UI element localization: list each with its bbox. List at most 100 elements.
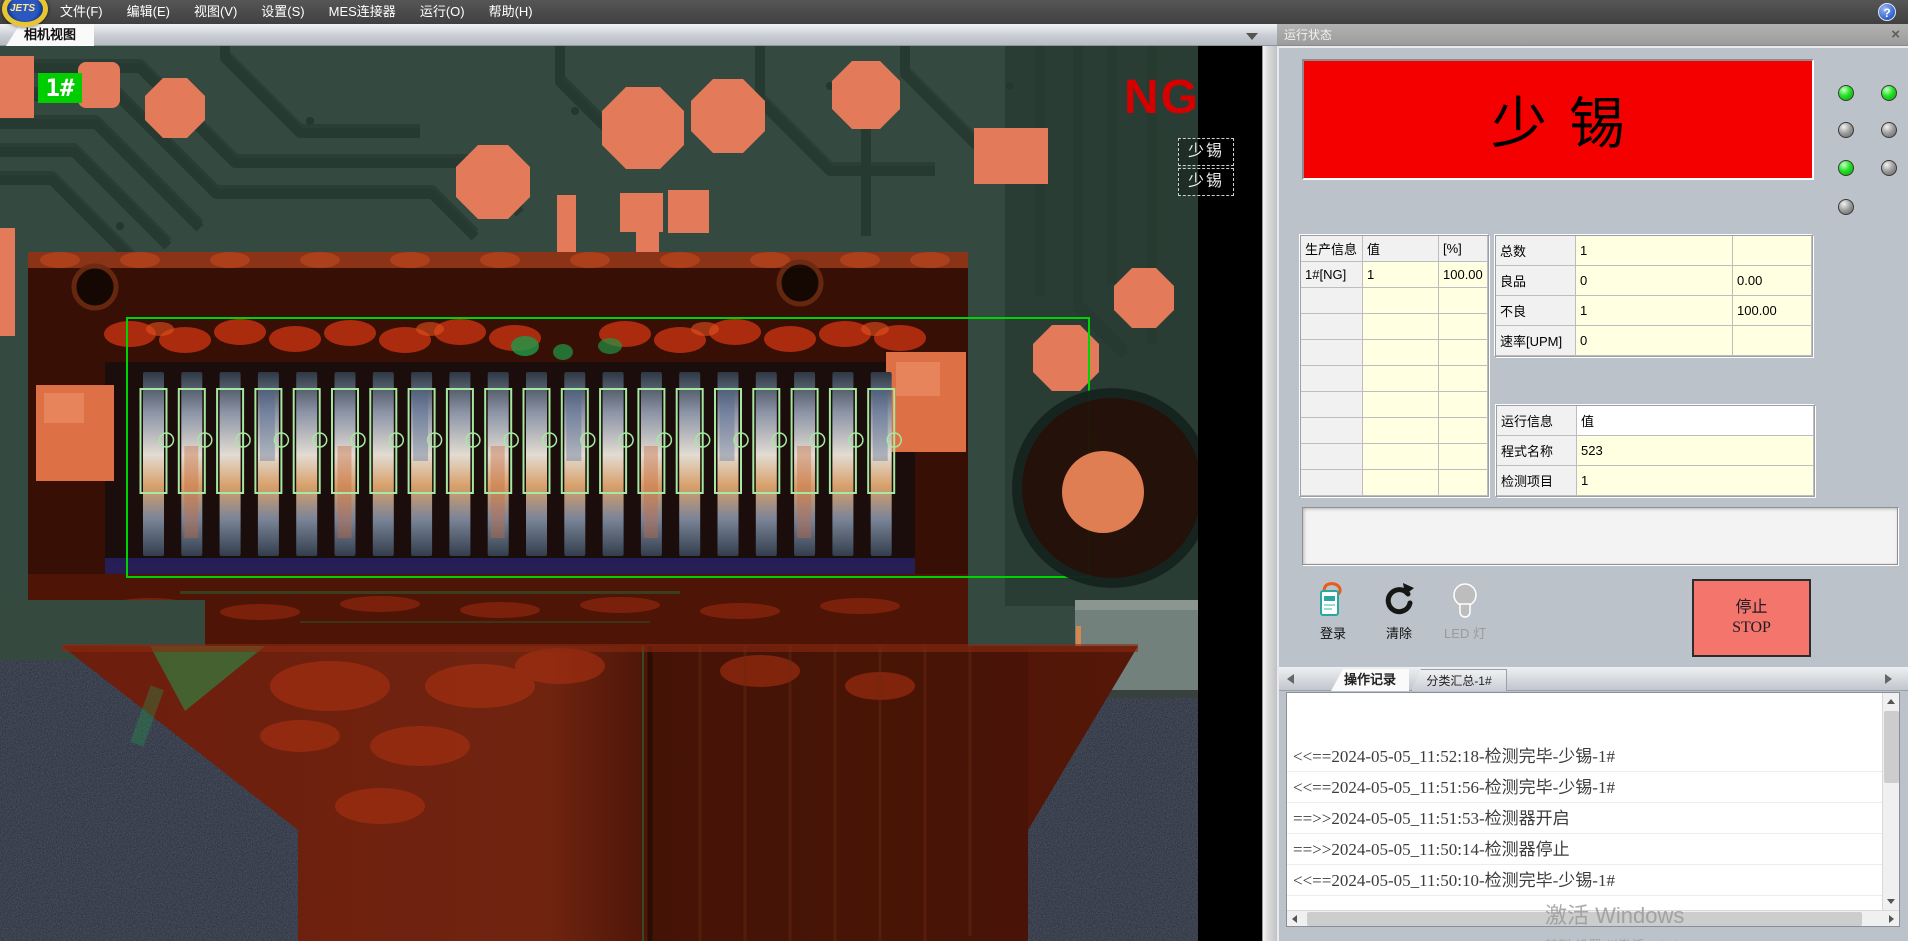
menu-view[interactable]: 视图(V) bbox=[182, 0, 249, 24]
stop-label-en: STOP bbox=[1732, 618, 1771, 638]
table-cell: 523 bbox=[1577, 436, 1814, 466]
app-logo bbox=[2, 0, 48, 27]
stop-button[interactable]: 停止 STOP bbox=[1692, 579, 1811, 657]
table-cell: 1 bbox=[1576, 296, 1733, 326]
scrollbar-thumb[interactable] bbox=[1307, 912, 1862, 926]
panel-title: 运行状态 bbox=[1284, 28, 1332, 42]
indicator-light bbox=[1881, 85, 1897, 101]
log-tab-strip: 操作记录 分类汇总-1# bbox=[1279, 667, 1908, 691]
close-icon[interactable]: × bbox=[1891, 24, 1900, 46]
log-vertical-scrollbar[interactable] bbox=[1882, 693, 1899, 910]
run-status-panel: 运行状态 × 少锡 生产信息 值 [%] 1#[NG] 1 100.00 总数 … bbox=[1277, 24, 1908, 941]
camera-tab-bar: 相机视图 bbox=[0, 24, 1277, 46]
run-info-table: 运行信息 值 程式名称 523 检测项目 1 bbox=[1496, 405, 1815, 497]
indicator-light bbox=[1881, 160, 1897, 176]
defect-label: 少锡 bbox=[1178, 168, 1234, 196]
log-entry[interactable]: <<==2024-05-05_11:51:56-检测完毕-少锡-1# bbox=[1287, 772, 1882, 803]
scroll-right-icon[interactable] bbox=[1883, 911, 1899, 927]
inspection-result-text: NG bbox=[1124, 70, 1200, 125]
menu-bar: 文件(F) 编辑(E) 视图(V) 设置(S) MES连接器 运行(O) 帮助(… bbox=[0, 0, 1908, 24]
table-cell bbox=[1301, 314, 1363, 340]
row-label: 程式名称 bbox=[1497, 436, 1577, 466]
indicator-light bbox=[1838, 160, 1854, 176]
column-header: 生产信息 bbox=[1301, 236, 1363, 262]
table-cell bbox=[1301, 366, 1363, 392]
menu-help[interactable]: 帮助(H) bbox=[477, 0, 545, 24]
row-label: 速率[UPM] bbox=[1496, 326, 1576, 356]
log-entry[interactable]: ==>>2024-05-05_11:50:14-检测器停止 bbox=[1287, 834, 1882, 865]
clear-button[interactable]: 清除 bbox=[1371, 581, 1427, 651]
table-cell bbox=[1363, 314, 1439, 340]
table-cell bbox=[1363, 340, 1439, 366]
log-entry[interactable]: ==>>2024-05-05_11:51:53-检测器开启 bbox=[1287, 803, 1882, 834]
table-cell bbox=[1439, 314, 1488, 340]
indicator-light bbox=[1838, 199, 1854, 215]
menu-mes-connector[interactable]: MES连接器 bbox=[317, 0, 408, 24]
menu-edit[interactable]: 编辑(E) bbox=[115, 0, 182, 24]
indicator-light bbox=[1838, 85, 1854, 101]
totals-table: 总数 1 良品 0 0.00 不良 1 100.00 速率[UPM] 0 bbox=[1495, 235, 1813, 357]
table-cell bbox=[1301, 288, 1363, 314]
table-cell bbox=[1439, 288, 1488, 314]
table-cell bbox=[1733, 326, 1812, 356]
table-cell bbox=[1439, 444, 1488, 470]
table-cell: 100.00 bbox=[1439, 262, 1488, 288]
table-cell: 0.00 bbox=[1733, 266, 1812, 296]
table-cell bbox=[1363, 288, 1439, 314]
tab-classification-summary[interactable]: 分类汇总-1# bbox=[1411, 669, 1507, 691]
menu-run[interactable]: 运行(O) bbox=[408, 0, 477, 24]
pcb-camera-image bbox=[0, 46, 1198, 941]
log-entry[interactable]: <<==2024-05-05_11:52:18-检测完毕-少锡-1# bbox=[1287, 741, 1882, 772]
table-cell bbox=[1301, 392, 1363, 418]
led-label: LED 灯 bbox=[1437, 623, 1493, 642]
message-box bbox=[1302, 507, 1898, 565]
production-table: 生产信息 值 [%] 1#[NG] 1 100.00 bbox=[1300, 235, 1489, 497]
row-label: 检测项目 bbox=[1497, 466, 1577, 496]
login-label: 登录 bbox=[1305, 623, 1361, 642]
stop-label-cn: 停止 bbox=[1735, 598, 1767, 618]
tab-scroll-left-icon[interactable] bbox=[1287, 674, 1294, 684]
table-cell bbox=[1301, 470, 1363, 496]
log-entry[interactable]: <<==2024-05-05_11:50:10-检测完毕-少锡-1# bbox=[1287, 865, 1882, 896]
help-icon[interactable]: ? bbox=[1878, 3, 1896, 21]
table-cell bbox=[1363, 418, 1439, 444]
tab-operation-log[interactable]: 操作记录 bbox=[1331, 669, 1409, 691]
menu-settings[interactable]: 设置(S) bbox=[249, 0, 316, 24]
defect-banner-text: 少锡 bbox=[1469, 79, 1647, 160]
table-cell bbox=[1301, 444, 1363, 470]
camera-id-badge: 1# bbox=[38, 73, 82, 103]
watermark-line2: 转到“设置”以激活 Windows。 bbox=[1545, 935, 1714, 941]
refresh-icon bbox=[1381, 581, 1417, 621]
table-cell: 1 bbox=[1363, 262, 1439, 288]
led-light-button[interactable]: LED 灯 bbox=[1437, 581, 1493, 651]
id-badge-icon bbox=[1315, 581, 1351, 621]
row-label: 不良 bbox=[1496, 296, 1576, 326]
scroll-up-icon[interactable] bbox=[1883, 693, 1900, 710]
menu-file[interactable]: 文件(F) bbox=[48, 0, 115, 24]
scroll-left-icon[interactable] bbox=[1287, 911, 1303, 927]
scrollbar-thumb[interactable] bbox=[1884, 711, 1899, 783]
table-cell: 0 bbox=[1576, 326, 1733, 356]
chevron-down-icon[interactable] bbox=[1246, 33, 1258, 40]
log-list: <<==2024-05-05_11:52:18-检测完毕-少锡-1#<<==20… bbox=[1287, 693, 1882, 910]
tab-camera-view[interactable]: 相机视图 bbox=[6, 24, 94, 46]
table-cell: 1 bbox=[1577, 466, 1814, 496]
clear-label: 清除 bbox=[1371, 623, 1427, 642]
table-cell bbox=[1733, 236, 1812, 266]
login-button[interactable]: 登录 bbox=[1305, 581, 1361, 651]
table-cell bbox=[1439, 470, 1488, 496]
light-bulb-icon bbox=[1447, 581, 1483, 621]
table-cell bbox=[1439, 366, 1488, 392]
table-cell bbox=[1439, 418, 1488, 444]
table-cell: 1#[NG] bbox=[1301, 262, 1363, 288]
table-cell bbox=[1301, 340, 1363, 366]
log-horizontal-scrollbar[interactable] bbox=[1287, 910, 1899, 926]
panel-title-bar: 运行状态 × bbox=[1277, 24, 1908, 46]
column-header: [%] bbox=[1439, 236, 1488, 262]
panel-splitter[interactable] bbox=[1262, 46, 1277, 941]
table-cell: 1 bbox=[1576, 236, 1733, 266]
defect-label: 少锡 bbox=[1178, 138, 1234, 166]
scroll-down-icon[interactable] bbox=[1883, 893, 1900, 910]
tab-scroll-right-icon[interactable] bbox=[1885, 674, 1892, 684]
row-label: 良品 bbox=[1496, 266, 1576, 296]
